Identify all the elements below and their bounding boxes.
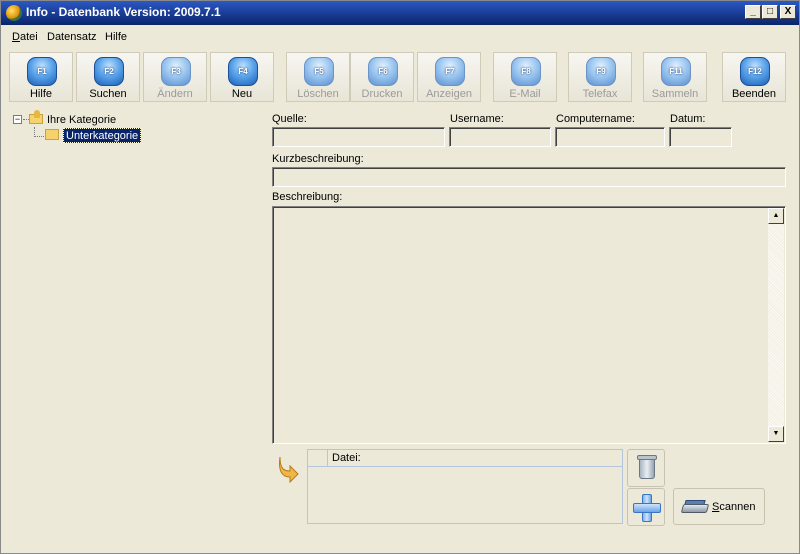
menu-datensatz[interactable]: Datensatz	[47, 31, 97, 43]
attachment-list-header: Datei:	[308, 450, 622, 467]
tree-item-subcategory[interactable]: Unterkategorie	[63, 128, 142, 143]
help-button-label: Hilfe	[29, 88, 52, 100]
date-field[interactable]	[669, 127, 732, 147]
new-button-label: Neu	[231, 88, 253, 100]
scroll-up-icon[interactable]: ▲	[768, 208, 784, 224]
maximize-button[interactable]: □	[762, 5, 778, 19]
menu-bar: Datei Datensatz Hilfe	[1, 27, 799, 47]
main-window: Info - Datenbank Version: 2009.7.1 _ □ X…	[0, 0, 800, 554]
source-field[interactable]	[272, 127, 445, 147]
tree-item-root-category[interactable]: Ihre Kategorie	[47, 114, 116, 126]
trash-bin-icon	[639, 459, 655, 479]
attachment-list[interactable]: Datei:	[307, 449, 623, 524]
plus-icon-bar	[633, 503, 661, 513]
scan-button-label: Scannen	[712, 501, 756, 513]
edit-button[interactable]: F3 Ändern	[143, 52, 207, 102]
source-label: Quelle:	[272, 113, 307, 125]
exit-button-label: Beenden	[731, 88, 777, 100]
f12-key-icon: F12	[740, 57, 770, 86]
f6-key-icon: F6	[368, 57, 398, 86]
username-field[interactable]	[449, 127, 551, 147]
username-label: Username:	[450, 113, 504, 125]
collect-button-label: Sammeln	[651, 88, 699, 100]
tree-connector	[34, 136, 44, 137]
window-title: Info - Datenbank Version: 2009.7.1	[26, 5, 221, 19]
close-button[interactable]: X	[780, 5, 796, 19]
collapse-toggle[interactable]: −	[13, 115, 22, 124]
email-button[interactable]: F8 E-Mail	[493, 52, 557, 102]
f8-key-icon: F8	[511, 57, 541, 86]
f4-key-icon: F4	[228, 57, 258, 86]
date-label: Datum:	[670, 113, 706, 125]
category-folder-icon	[29, 110, 43, 125]
f9-key-icon: F9	[586, 57, 616, 86]
description-scrollbar[interactable]: ▲ ▼	[768, 208, 784, 442]
folder-icon	[45, 129, 59, 140]
f7-key-icon: F7	[435, 57, 465, 86]
print-button-label: Drucken	[361, 88, 403, 100]
menu-datei[interactable]: Datei	[12, 31, 38, 43]
scanner-icon	[680, 500, 710, 514]
add-attachment-button[interactable]	[627, 488, 665, 526]
scan-button[interactable]: Scannen	[673, 488, 765, 525]
remove-attachment-button[interactable]	[627, 449, 665, 487]
attachment-icon-column	[308, 450, 328, 466]
description-label: Beschreibung:	[272, 191, 343, 203]
view-button[interactable]: F7 Anzeigen	[417, 52, 481, 102]
fax-button-label: Telefax	[582, 88, 618, 100]
collect-button[interactable]: F11 Sammeln	[643, 52, 707, 102]
f5-key-icon: F5	[304, 57, 334, 86]
search-button[interactable]: F2 Suchen	[76, 52, 140, 102]
f2-key-icon: F2	[94, 57, 124, 86]
view-button-label: Anzeigen	[426, 88, 472, 100]
delete-button-label: Löschen	[297, 88, 339, 100]
file-column-header[interactable]: Datei:	[332, 452, 361, 464]
short-description-label: Kurzbeschreibung:	[272, 153, 364, 165]
new-button[interactable]: F4 Neu	[210, 52, 274, 102]
function-key-toolbar: F1 Hilfe F2 Suchen F3 Ändern F4 Neu F5 L…	[7, 51, 791, 103]
description-textarea[interactable]: ▲ ▼	[272, 206, 786, 444]
computername-label: Computername:	[556, 113, 635, 125]
f3-key-icon: F3	[161, 57, 191, 86]
print-button[interactable]: F6 Drucken	[350, 52, 414, 102]
attach-arrow-icon[interactable]	[276, 455, 300, 483]
f11-key-icon: F11	[661, 57, 691, 86]
search-button-label: Suchen	[89, 88, 127, 100]
fax-button[interactable]: F9 Telefax	[568, 52, 632, 102]
category-tree[interactable]: − Ihre Kategorie Unterkategorie	[7, 107, 265, 543]
menu-hilfe[interactable]: Hilfe	[105, 31, 127, 43]
app-globe-icon	[6, 5, 22, 21]
delete-button[interactable]: F5 Löschen	[286, 52, 350, 102]
exit-button[interactable]: F12 Beenden	[722, 52, 786, 102]
title-bar[interactable]: Info - Datenbank Version: 2009.7.1 _ □ X	[1, 1, 799, 25]
scroll-down-icon[interactable]: ▼	[768, 426, 784, 442]
minimize-button[interactable]: _	[745, 5, 761, 19]
computername-field[interactable]	[555, 127, 665, 147]
short-description-field[interactable]	[272, 167, 786, 187]
email-button-label: E-Mail	[509, 88, 541, 100]
edit-button-label: Ändern	[157, 88, 193, 100]
f1-key-icon: F1	[27, 57, 57, 86]
help-button[interactable]: F1 Hilfe	[9, 52, 73, 102]
